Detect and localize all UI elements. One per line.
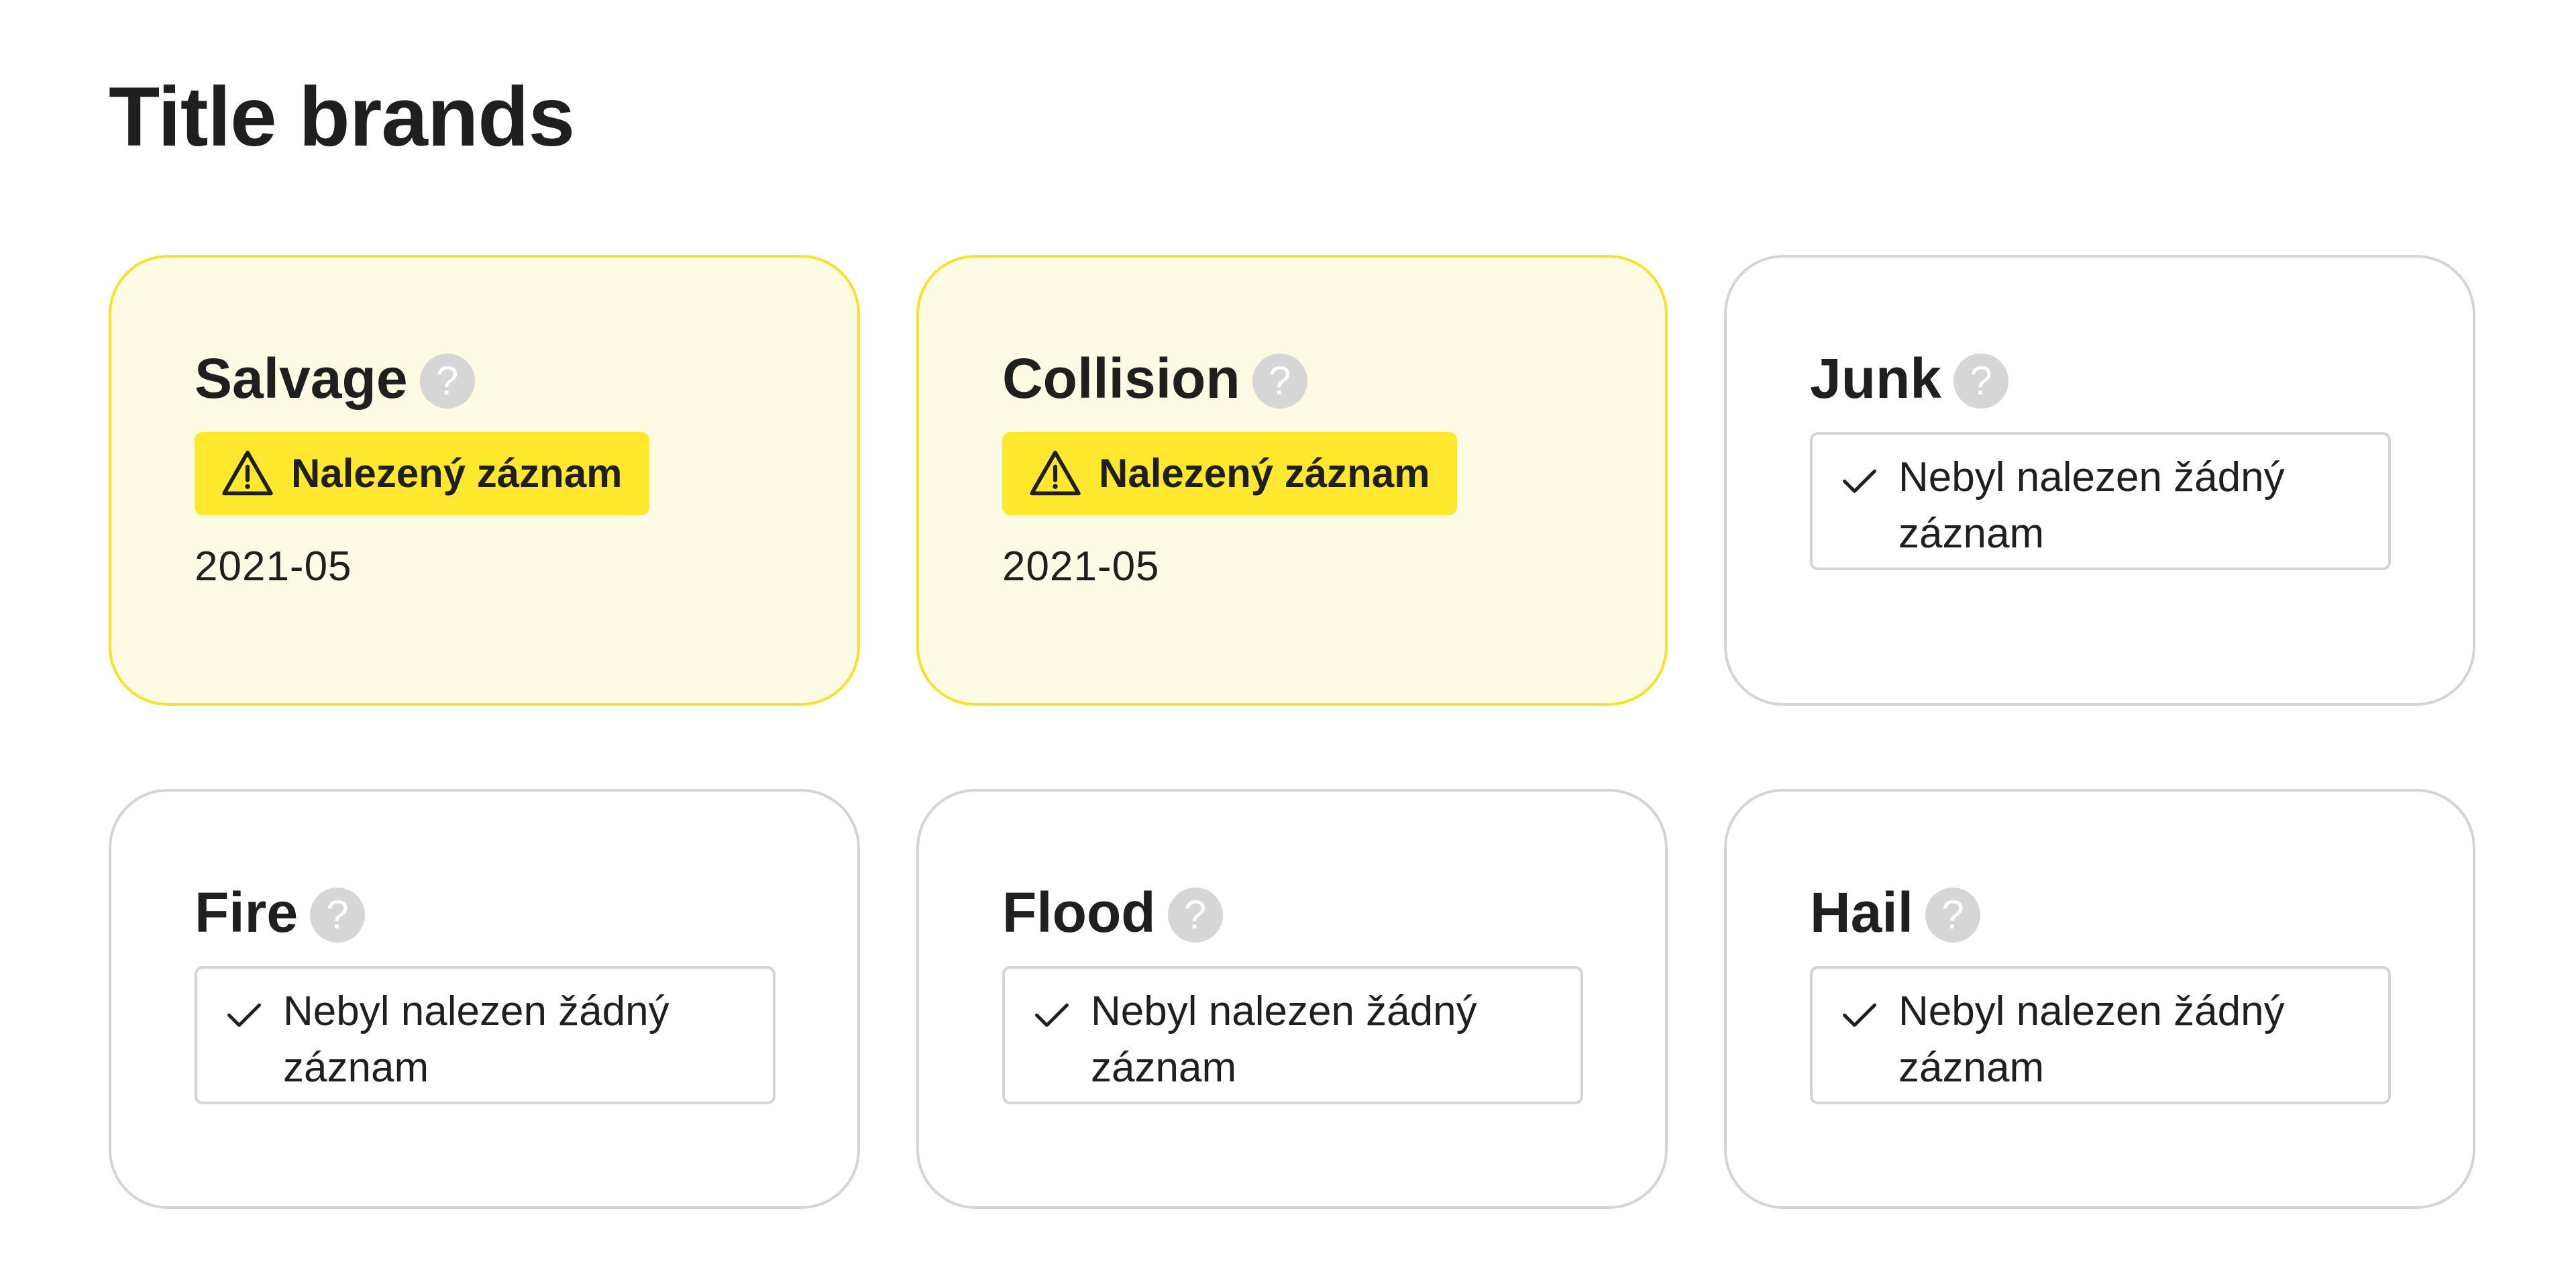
record-found-badge: Nalezený záznam: [1002, 432, 1457, 515]
no-record-label: Nebyl nalezen žádný záznam: [283, 988, 669, 1091]
help-icon[interactable]: ?: [1925, 888, 1981, 943]
help-icon[interactable]: ?: [310, 888, 366, 943]
card-header: Flood ?: [1002, 879, 1582, 946]
card-header: Hail ?: [1810, 879, 2390, 946]
no-record-box: Nebyl nalezen žádný záznam: [1810, 432, 2391, 570]
help-icon[interactable]: ?: [1252, 354, 1307, 409]
warning-icon: [1030, 450, 1081, 496]
check-icon: [1843, 1003, 1876, 1027]
no-record-label: Nebyl nalezen žádný záznam: [1091, 988, 1477, 1091]
card-header: Salvage ?: [195, 345, 774, 412]
no-record-label: Nebyl nalezen žádný záznam: [1898, 988, 2285, 1091]
card-header: Fire ?: [195, 879, 774, 946]
record-found-badge: Nalezený záznam: [195, 432, 649, 515]
title-brands-page: Title brands Salvage ? Nalezený záznam 2…: [0, 0, 2576, 1280]
warning-icon: [222, 450, 273, 496]
check-icon: [1035, 1003, 1069, 1027]
brand-card-fire: Fire ? Nebyl nalezen žádný záznam: [109, 789, 860, 1209]
card-header: Collision ?: [1002, 345, 1582, 412]
record-date: 2021-05: [195, 543, 352, 590]
card-header: Junk ?: [1810, 345, 2390, 412]
page-title: Title brands: [109, 70, 575, 164]
brand-card-flood: Flood ? Nebyl nalezen žádný záznam: [916, 789, 1668, 1209]
brand-card-hail: Hail ? Nebyl nalezen žádný záznam: [1724, 789, 2475, 1209]
brand-card-junk: Junk ? Nebyl nalezen žádný záznam: [1724, 255, 2475, 706]
record-found-label: Nalezený záznam: [291, 451, 623, 496]
no-record-box: Nebyl nalezen žádný záznam: [1002, 966, 1583, 1104]
record-found-label: Nalezený záznam: [1099, 451, 1430, 496]
check-icon: [1843, 469, 1876, 493]
brand-card-salvage: Salvage ? Nalezený záznam 2021-05: [109, 255, 860, 706]
help-icon[interactable]: ?: [419, 354, 475, 409]
card-title: Flood: [1002, 881, 1156, 944]
card-title: Hail: [1810, 881, 1914, 944]
help-icon[interactable]: ?: [1953, 354, 2009, 409]
no-record-label: Nebyl nalezen žádný záznam: [1898, 454, 2285, 557]
card-title: Salvage: [195, 347, 408, 410]
no-record-box: Nebyl nalezen žádný záznam: [1810, 966, 2391, 1104]
no-record-box: Nebyl nalezen žádný záznam: [195, 966, 775, 1104]
brand-card-collision: Collision ? Nalezený záznam 2021-05: [916, 255, 1668, 706]
help-icon[interactable]: ?: [1167, 888, 1223, 943]
record-date: 2021-05: [1002, 543, 1160, 590]
check-icon: [227, 1003, 261, 1027]
card-title: Collision: [1002, 347, 1240, 410]
card-title: Junk: [1810, 347, 1942, 410]
card-title: Fire: [195, 881, 299, 944]
